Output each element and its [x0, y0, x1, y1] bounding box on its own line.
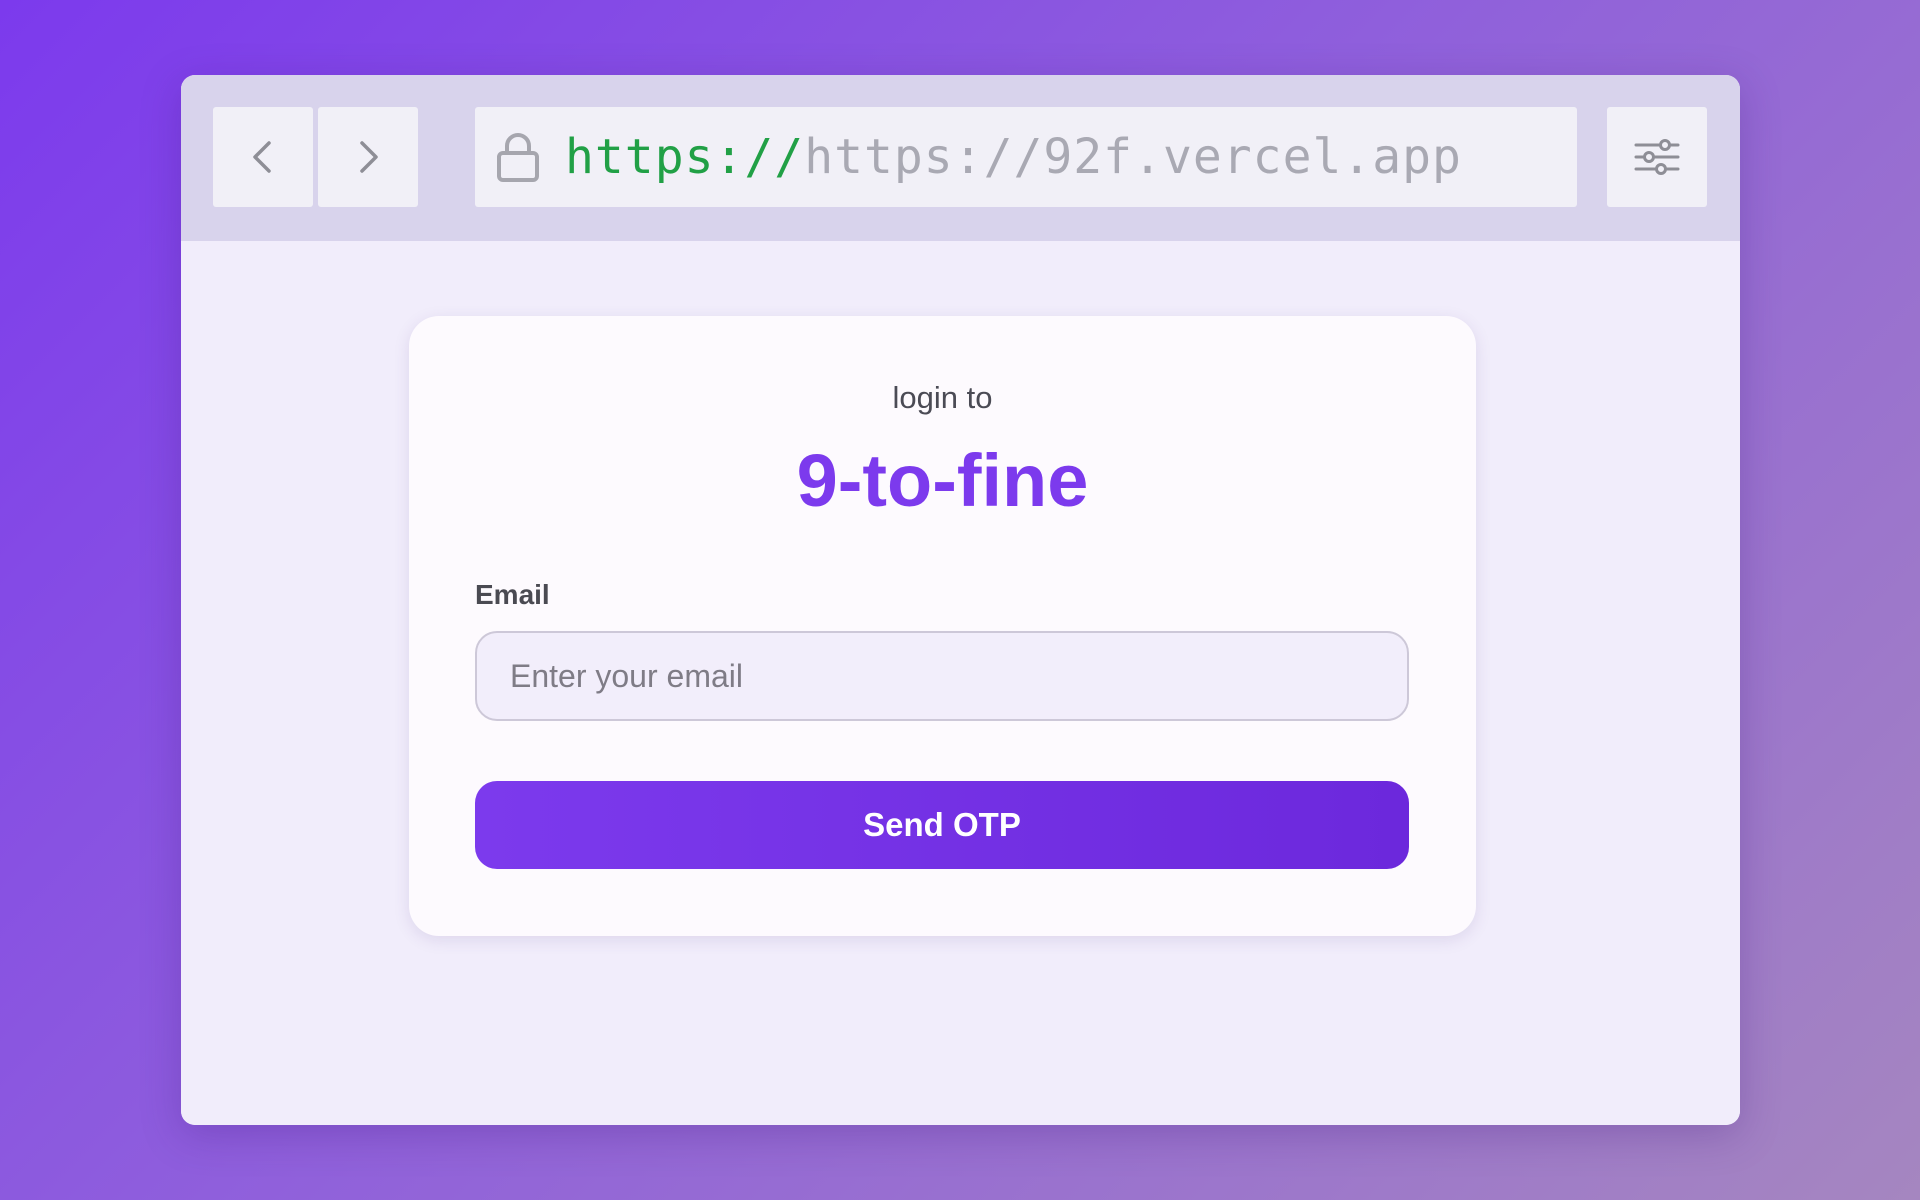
login-card: login to 9-to-fine Email Send OTP	[409, 316, 1476, 936]
back-button[interactable]	[213, 107, 313, 207]
url-text: https://https://92f.vercel.app	[565, 107, 1462, 207]
login-intro: login to	[892, 380, 993, 415]
email-input[interactable]	[475, 631, 1409, 721]
settings-button[interactable]	[1607, 107, 1707, 207]
page-content: login to 9-to-fine Email Send OTP	[181, 241, 1740, 1125]
lock-icon	[497, 133, 539, 182]
chevron-right-icon	[360, 141, 378, 173]
browser-window: https://https://92f.vercel.app login to …	[181, 75, 1740, 1125]
brand-title: 9-to-fine	[796, 439, 1089, 522]
forward-button[interactable]	[318, 107, 418, 207]
send-otp-button[interactable]: Send OTP	[475, 781, 1409, 869]
url-scheme: https://	[565, 129, 805, 185]
url-host: https://92f.vercel.app	[804, 129, 1462, 185]
browser-toolbar: https://https://92f.vercel.app	[181, 75, 1740, 241]
email-label: Email	[475, 579, 550, 610]
chevron-left-icon	[253, 141, 271, 173]
address-bar[interactable]: https://https://92f.vercel.app	[475, 107, 1577, 207]
sliders-icon	[1634, 139, 1680, 175]
